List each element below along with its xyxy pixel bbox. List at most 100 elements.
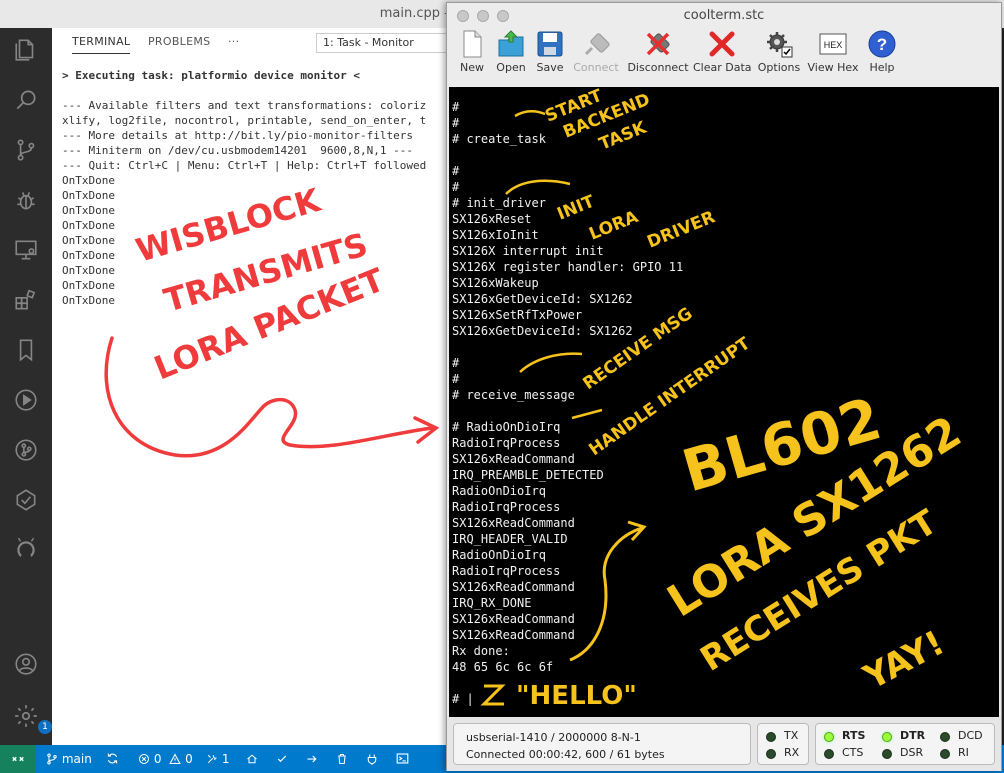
- remote-explorer-icon[interactable]: [10, 234, 42, 266]
- port-settings: usbserial-1410 / 2000000 8-N-1: [466, 731, 641, 744]
- platformio-icon[interactable]: [10, 534, 42, 566]
- account-icon[interactable]: [10, 648, 42, 680]
- test-icon[interactable]: [10, 484, 42, 516]
- coolterm-line: RadioOnDioIrq: [452, 548, 546, 562]
- terminal-task-select[interactable]: 1: Task - Monitor: [316, 33, 452, 53]
- terminal-line: OnTxDone: [62, 189, 115, 202]
- hex-icon: HEX: [819, 33, 847, 55]
- terminal-line: OnTxDone: [62, 294, 115, 307]
- terminal-line: OnTxDone: [62, 219, 115, 232]
- coolterm-title: coolterm.stc: [683, 8, 765, 23]
- coolterm-line: SX126xReadCommand: [452, 580, 575, 594]
- rts-led[interactable]: [824, 732, 834, 742]
- clean-trash-icon[interactable]: [336, 745, 348, 773]
- cts-label: CTS: [842, 746, 864, 759]
- terminal-line: --- Quit: Ctrl+C | Menu: Ctrl+T | Help: …: [62, 159, 427, 172]
- upload-arrow-icon[interactable]: [306, 745, 318, 773]
- activity-bar: 1: [0, 28, 52, 745]
- serial-plug-icon[interactable]: [366, 745, 378, 773]
- terminal-line: > Executing task: platformio device moni…: [62, 69, 361, 82]
- coolterm-line: [452, 339, 683, 355]
- connect-label: Connect: [573, 61, 619, 74]
- settings-gear-icon[interactable]: 1: [10, 700, 52, 734]
- svg-text:HEX: HEX: [824, 40, 843, 50]
- run-icon[interactable]: [10, 384, 42, 416]
- warning-count: 0: [185, 752, 193, 766]
- explorer-icon[interactable]: [10, 34, 42, 66]
- coolterm-line: IRQ_HEADER_VALID: [452, 532, 568, 546]
- zoom-window-button[interactable]: [497, 10, 509, 22]
- save-label: Save: [536, 61, 564, 74]
- terminal-line: OnTxDone: [62, 204, 115, 217]
- tab-problems[interactable]: PROBLEMS: [148, 35, 210, 48]
- new-document-icon: [463, 30, 482, 58]
- home-icon[interactable]: [246, 745, 258, 773]
- terminal-line: OnTxDone: [62, 264, 115, 277]
- new-label: New: [460, 61, 484, 74]
- sync-icon[interactable]: [106, 745, 119, 773]
- clear-data-button[interactable]: Clear Data: [693, 29, 752, 81]
- search-icon[interactable]: [10, 84, 42, 116]
- tx-label: TX: [784, 729, 799, 742]
- coolterm-line: SX126xWakeup: [452, 276, 539, 290]
- coolterm-line: SX126xIoInit: [452, 228, 539, 242]
- tools-count: 1: [221, 752, 230, 766]
- dsr-led: [882, 749, 892, 759]
- view-hex-button[interactable]: HEX View Hex: [807, 29, 859, 81]
- connection-status: Connected 00:00:42, 600 / 61 bytes: [466, 748, 665, 761]
- coolterm-line: #: [452, 100, 460, 114]
- minimize-window-button[interactable]: [477, 10, 489, 22]
- coolterm-line: # |: [452, 692, 474, 706]
- clear-data-label: Clear Data: [693, 61, 752, 74]
- coolterm-line: RadioIrqProcess: [452, 500, 561, 514]
- error-count: 0: [153, 752, 162, 766]
- coolterm-line: # init_driver: [452, 196, 546, 210]
- svg-text:?: ?: [877, 35, 887, 54]
- source-control-icon[interactable]: [10, 134, 42, 166]
- cts-led: [824, 749, 834, 759]
- save-button[interactable]: Save: [533, 29, 567, 81]
- coolterm-line: #: [452, 372, 460, 386]
- coolterm-terminal[interactable]: # # # create_task # # # init_driver SX126xRes…: [449, 87, 999, 717]
- extensions-icon[interactable]: [10, 284, 42, 316]
- terminal-icon[interactable]: [396, 745, 409, 773]
- open-button[interactable]: Open: [493, 29, 529, 81]
- branch-name: main: [61, 752, 92, 766]
- coolterm-line: # create_task: [452, 132, 546, 146]
- dcd-label: DCD: [958, 729, 983, 742]
- more-actions-icon[interactable]: ···: [228, 35, 239, 48]
- connection-info-box: usbserial-1410 / 2000000 8-N-1 Connected…: [453, 723, 751, 765]
- disconnect-button[interactable]: Disconnect: [627, 29, 689, 81]
- build-check-icon[interactable]: [276, 745, 288, 773]
- coolterm-line: RadioIrqProcess: [452, 436, 561, 450]
- remote-indicator[interactable]: [0, 745, 36, 773]
- coolterm-line: #: [452, 164, 460, 178]
- new-button[interactable]: New: [455, 29, 489, 81]
- connect-button[interactable]: Connect: [571, 29, 621, 81]
- close-window-button[interactable]: [457, 10, 469, 22]
- settings-badge: 1: [38, 720, 52, 734]
- save-disk-icon: [537, 31, 563, 57]
- options-button[interactable]: Options: [755, 29, 803, 81]
- options-label: Options: [757, 61, 801, 74]
- coolterm-line: SX126X register handler: GPIO 11: [452, 260, 684, 274]
- open-label: Open: [496, 61, 526, 74]
- dtr-led[interactable]: [882, 732, 892, 742]
- tab-terminal[interactable]: TERMINAL: [72, 35, 131, 54]
- options-gear-icon: [767, 32, 793, 58]
- branch-indicator[interactable]: main: [46, 745, 92, 773]
- bookmark-icon[interactable]: [10, 334, 42, 366]
- problems-indicator[interactable]: 0 0: [138, 745, 193, 773]
- git-graph-icon[interactable]: [10, 434, 42, 466]
- coolterm-toolbar: New Open Save Connect Disconnect Clear D…: [447, 29, 1001, 81]
- debug-icon[interactable]: [10, 184, 42, 216]
- coolterm-line: SX126xGetDeviceId: SX1262: [452, 292, 633, 306]
- ri-led: [940, 749, 950, 759]
- help-button[interactable]: ? Help: [865, 29, 899, 81]
- coolterm-line: #: [452, 180, 460, 194]
- tools-indicator[interactable]: 1: [206, 745, 229, 773]
- coolterm-line: [452, 147, 683, 163]
- terminal-line: --- Available filters and text transform…: [62, 99, 427, 112]
- terminal-output[interactable]: > Executing task: platformio device moni…: [62, 68, 452, 308]
- error-icon: [138, 753, 150, 765]
